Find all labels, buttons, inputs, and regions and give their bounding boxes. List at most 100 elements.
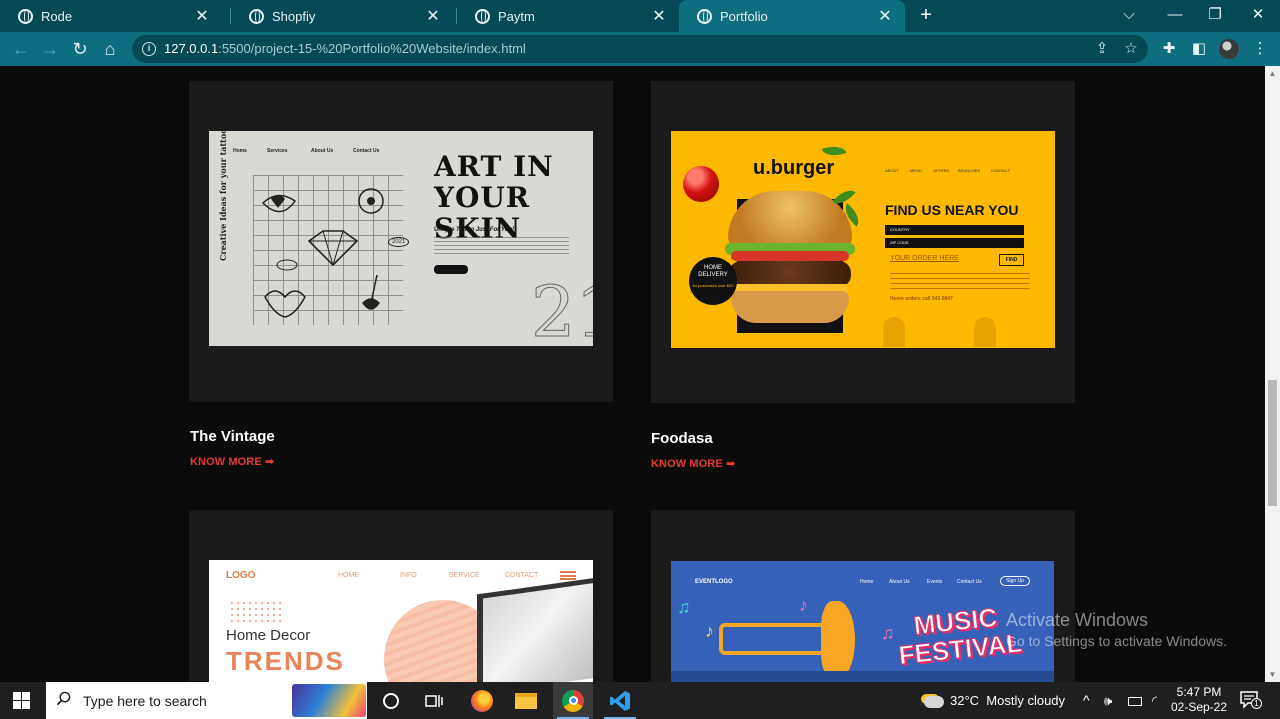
forward-button[interactable]: → [38, 37, 62, 61]
chevron-up-icon[interactable]: ^ [1083, 682, 1090, 719]
file-explorer-button[interactable] [506, 682, 546, 719]
scroll-thumb[interactable] [1268, 380, 1277, 506]
mockup-call-text: Home orders call 543 0847 [890, 296, 953, 302]
project-card-foodasa[interactable]: u.burger ABOUT MENU OFFERS BRANCHES CONT… [651, 81, 1075, 403]
tab-strip: Rode ✕ Shopfiy ✕ Paytm ✕ Portfolio ✕ + ⌵… [0, 0, 1280, 32]
tab-portfolio[interactable]: Portfolio ✕ [679, 0, 905, 32]
mockup-delivery-badge: HOME DELIVERY for purchases over $20 [689, 257, 737, 305]
mockup-nav-item: About Us [311, 148, 334, 154]
mockup-find-button: FIND [999, 254, 1024, 266]
burger-tomato [731, 251, 849, 261]
cortana-icon [383, 692, 399, 709]
firefox-app-button[interactable] [462, 682, 502, 719]
mockup-select: COUNTRY [885, 225, 1024, 235]
info-icon[interactable]: i [142, 42, 156, 56]
browser-toolbar: ← → ↻ ⌂ i 127.0.0.1:5500/project-15-%20P… [0, 32, 1280, 66]
mockup-nav-item: SERVICE [449, 572, 480, 579]
project-card-vintage[interactable]: Home Services About Us Contact Us Creati… [189, 81, 613, 402]
tab-shopfiy[interactable]: Shopfiy ✕ [231, 0, 453, 32]
url-text[interactable]: 127.0.0.1:5500/project-15-%20Portfolio%2… [164, 41, 526, 56]
back-button[interactable]: ← [9, 37, 33, 61]
maximize-button[interactable]: ❐ [1195, 0, 1235, 32]
share-icon[interactable]: ⇪ [1092, 40, 1112, 58]
task-view-button[interactable] [414, 682, 454, 719]
globe-icon [475, 8, 490, 24]
menu-icon[interactable]: ⋮ [1249, 38, 1271, 60]
search-icon [56, 691, 71, 706]
close-icon[interactable]: ✕ [651, 6, 667, 26]
music-note-icon: ♪ [705, 621, 714, 641]
reload-button[interactable]: ↻ [68, 37, 92, 61]
mockup-logo: LOGO [226, 570, 256, 581]
battery-icon[interactable] [1128, 682, 1142, 719]
mockup-paragraph [890, 273, 1030, 291]
window-close-button[interactable]: ✕ [1238, 0, 1278, 32]
mockup-nav-item: Home [860, 579, 874, 585]
project-thumbnail[interactable]: Home Services About Us Contact Us Creati… [209, 131, 593, 346]
folder-icon [515, 692, 537, 709]
vscode-app-button[interactable] [600, 682, 640, 719]
chrome-app-button[interactable] [553, 682, 593, 719]
clock-time: 5:47 PM [1176, 685, 1222, 699]
notification-center-button[interactable]: 1 [1240, 691, 1262, 709]
mockup-headline: MUSIC FESTIVAL [897, 601, 1024, 671]
mockup-headline: Home Decor [226, 627, 311, 644]
close-icon[interactable]: ✕ [877, 6, 893, 26]
activation-watermark-title: Activate Windows [1006, 610, 1149, 630]
project-thumbnail[interactable]: EVENTLOGO Home About Us Events Contact U… [671, 561, 1054, 682]
chrome-icon [562, 689, 584, 712]
volume-icon[interactable]: 🕪 [1104, 682, 1112, 719]
know-more-link[interactable]: KNOW MORE ➡ [651, 457, 735, 470]
project-thumbnail[interactable]: LOGO HOME INFO SERVICE CONTACT Home Deco… [209, 560, 593, 682]
close-icon[interactable]: ✕ [194, 6, 210, 26]
mockup-order-link: YOUR ORDER HERE [890, 255, 959, 262]
cortana-button[interactable] [371, 682, 411, 719]
globe-icon [18, 8, 33, 24]
project-thumbnail[interactable]: u.burger ABOUT MENU OFFERS BRANCHES CONT… [671, 131, 1055, 348]
mockup-nav-item: Contact Us [353, 148, 380, 154]
cloud-icon [924, 695, 944, 708]
taskbar: Type here to search 32°C Mostly cloudy ^… [0, 682, 1280, 719]
weather-condition: Mostly cloudy [986, 693, 1066, 708]
project-card-music-festival[interactable]: EVENTLOGO Home About Us Events Contact U… [651, 510, 1075, 682]
trumpet-icon [719, 623, 829, 655]
minimize-button[interactable]: — [1155, 0, 1195, 32]
mockup-nav-item: OFFERS [933, 168, 950, 173]
tab-title: Rode [41, 8, 73, 24]
mockup-nav-item: Home [233, 148, 247, 154]
page-scrollbar[interactable]: ▲ ▼ [1265, 66, 1280, 682]
project-card-home-decor[interactable]: LOGO HOME INFO SERVICE CONTACT Home Deco… [189, 510, 613, 682]
mockup-year-badge: 2021 [388, 237, 410, 247]
activation-watermark-text: Go to Settings to activate Windows. [1006, 633, 1227, 649]
avatar[interactable] [1219, 39, 1239, 59]
tab-search-button[interactable]: ⌵ [1109, 0, 1149, 32]
mockup-subtitle: Unique Tattoo Just For You! [434, 227, 515, 233]
mockup-button [434, 265, 468, 274]
close-icon[interactable]: ✕ [425, 6, 441, 26]
mockup-signup-button: Sign Up [1000, 576, 1030, 586]
hamburger-icon [560, 571, 576, 580]
taskbar-clock[interactable]: 5:47 PM 02-Sep-22 [1170, 685, 1228, 715]
scroll-down-arrow-icon[interactable]: ▼ [1265, 667, 1280, 682]
mockup-nav-item: Contact Us [957, 579, 982, 585]
address-bar[interactable]: i 127.0.0.1:5500/project-15-%20Portfolio… [132, 35, 1148, 63]
burger-bun-bottom [731, 291, 849, 323]
extensions-icon[interactable]: ✚ [1158, 38, 1180, 60]
wifi-icon[interactable]: ◜ [1152, 682, 1157, 719]
weather-widget[interactable]: 32°C Mostly cloudy [924, 682, 1065, 719]
scroll-up-arrow-icon[interactable]: ▲ [1265, 66, 1280, 81]
tab-paytm[interactable]: Paytm ✕ [457, 0, 679, 32]
home-button[interactable]: ⌂ [98, 37, 122, 61]
star-icon[interactable]: ☆ [1121, 40, 1141, 58]
mockup-nav-item: ABOUT [885, 168, 899, 173]
know-more-link[interactable]: KNOW MORE ➡ [190, 455, 274, 468]
mockup-logo: u.burger [753, 157, 835, 179]
side-panel-icon[interactable]: ◧ [1188, 38, 1210, 60]
taskbar-search-input[interactable]: Type here to search [46, 682, 367, 719]
tab-rode[interactable]: Rode ✕ [0, 0, 222, 32]
mockup-nav-item: Events [927, 579, 943, 585]
new-tab-button[interactable]: + [914, 4, 938, 28]
screen: Rode ✕ Shopfiy ✕ Paytm ✕ Portfolio ✕ + ⌵… [0, 0, 1280, 719]
windows-start-icon[interactable] [13, 692, 30, 709]
search-highlight-image [292, 684, 366, 717]
